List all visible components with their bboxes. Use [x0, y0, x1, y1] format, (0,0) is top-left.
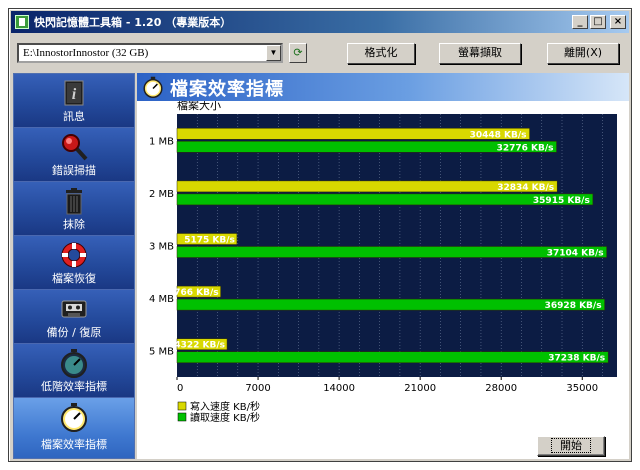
chevron-down-icon[interactable]: ▼: [266, 45, 281, 61]
plot-area: [177, 114, 617, 377]
benchmark-panel: 檔案效率指標 檔案大小 30448 KB/s 32776 KB/s 32834 KB…: [137, 73, 629, 459]
x-tick-label: 0: [177, 383, 183, 394]
sidebar-item-label: 錯誤掃描: [52, 164, 96, 177]
x-tick-label: 7000: [245, 383, 270, 394]
app-icon: [15, 15, 29, 29]
sidebar-item-low-level-benchmark[interactable]: 低階效率指標: [14, 344, 134, 398]
data-label: 32834 KB/s: [497, 183, 554, 193]
start-button[interactable]: 開始: [537, 436, 605, 456]
sidebar-item-label: 訊息: [63, 110, 85, 123]
bar-read: [176, 298, 605, 311]
data-label: 32776 KB/s: [497, 143, 554, 153]
info-book-icon: i: [64, 80, 84, 106]
sidebar-item-error-scan[interactable]: 錯誤掃描: [14, 128, 134, 182]
sidebar-item-erase[interactable]: 抹除: [14, 182, 134, 236]
stopwatch-icon: [61, 403, 87, 432]
exit-button[interactable]: 離開(X): [547, 43, 619, 64]
screen-capture-button[interactable]: 螢幕擷取: [439, 43, 521, 64]
svg-text:i: i: [72, 86, 77, 103]
sidebar-item-label: 備份 / 復原: [46, 326, 102, 339]
drive-select-value: E:\InnostorInnostor (32 GB): [23, 47, 149, 59]
data-label: 36928 KB/s: [545, 301, 602, 311]
sidebar-item-info[interactable]: i 訊息: [14, 74, 134, 128]
category-labels: 1 MB 2 MB 3 MB 4 MB 5 MB: [149, 136, 174, 357]
panel-header: 檔案效率指標: [137, 73, 629, 101]
bar-read: [176, 246, 607, 258]
minimize-button[interactable]: _: [572, 15, 588, 29]
page-title: 檔案效率指標: [170, 79, 284, 100]
drive-select[interactable]: E:\InnostorInnostor (32 GB) ▼: [17, 43, 283, 63]
x-tick-label: 14000: [323, 383, 355, 394]
magnifier-icon: [62, 134, 88, 161]
x-tick-label: 21000: [404, 383, 436, 394]
data-label: 4322 KB/s: [174, 341, 225, 351]
refresh-button[interactable]: ⟳: [289, 43, 307, 63]
start-button-label: 開始: [551, 438, 591, 453]
sidebar-item-file-benchmark[interactable]: 檔案效率指標: [14, 398, 134, 458]
sidebar-item-label: 檔案恢復: [52, 272, 96, 285]
sidebar-item-backup-restore[interactable]: 備份 / 復原: [14, 290, 134, 344]
data-label: 37238 KB/s: [548, 354, 605, 364]
category-label: 3 MB: [149, 242, 174, 253]
bar-read: [176, 351, 609, 363]
trash-can-icon: [66, 188, 82, 215]
tape-cassette-icon: [61, 300, 87, 318]
refresh-icon: ⟳: [293, 46, 303, 59]
window-title: 快閃記憶體工具箱 - 1.20 （專業版本）: [34, 16, 232, 29]
data-label: 3766 KB/s: [168, 288, 219, 298]
legend-swatch-write: [177, 401, 187, 411]
title-bar: 快閃記憶體工具箱 - 1.20 （專業版本） _ □ ×: [11, 11, 629, 33]
sidebar: i 訊息 錯誤掃描 抹除 檔案恢復 備份 / 復原 低階效率指標 檔案效率指標: [13, 73, 135, 459]
data-label: 5175 KB/s: [184, 236, 235, 246]
y-axis-title: 檔案大小: [177, 101, 221, 112]
sidebar-item-label: 抹除: [63, 218, 85, 231]
x-tick-label: 35000: [566, 383, 598, 394]
data-label: 35915 KB/s: [533, 196, 590, 206]
legend-swatch-read: [177, 412, 187, 422]
throughput-chart: 檔案大小 30448 KB/s 32776 KB/s 32834 KB/s 35915…: [149, 101, 617, 424]
sidebar-item-file-recovery[interactable]: 檔案恢復: [14, 236, 134, 290]
sidebar-item-label: 檔案效率指標: [41, 438, 107, 451]
toolbar: E:\InnostorInnostor (32 GB) ▼ ⟳ 格式化 螢幕擷取…: [11, 35, 629, 67]
legend: 寫入速度 KB/秒 讀取速度 KB/秒: [177, 400, 260, 424]
maximize-button[interactable]: □: [590, 15, 606, 29]
x-axis-ticks: 0 7000 14000 21000 28000 35000: [176, 377, 598, 394]
legend-label-write: 寫入速度 KB/秒: [190, 400, 260, 413]
category-label: 4 MB: [149, 294, 174, 305]
format-button[interactable]: 格式化: [347, 43, 415, 64]
stopwatch-icon: [143, 76, 163, 98]
category-label: 2 MB: [149, 189, 174, 200]
close-button[interactable]: ×: [610, 15, 626, 29]
bar-read: [176, 193, 594, 206]
stopwatch-icon: [61, 349, 87, 378]
data-label: 30448 KB/s: [470, 130, 527, 140]
category-label: 1 MB: [149, 136, 174, 147]
data-label: 37104 KB/s: [547, 249, 604, 259]
sidebar-item-label: 低階效率指標: [41, 380, 107, 393]
legend-label-read: 讀取速度 KB/秒: [190, 411, 260, 424]
app-window: 快閃記憶體工具箱 - 1.20 （專業版本） _ □ × E:\Innostor…: [8, 8, 632, 462]
lifebuoy-icon: [61, 242, 87, 268]
category-label: 5 MB: [149, 347, 174, 358]
x-tick-label: 28000: [485, 383, 517, 394]
